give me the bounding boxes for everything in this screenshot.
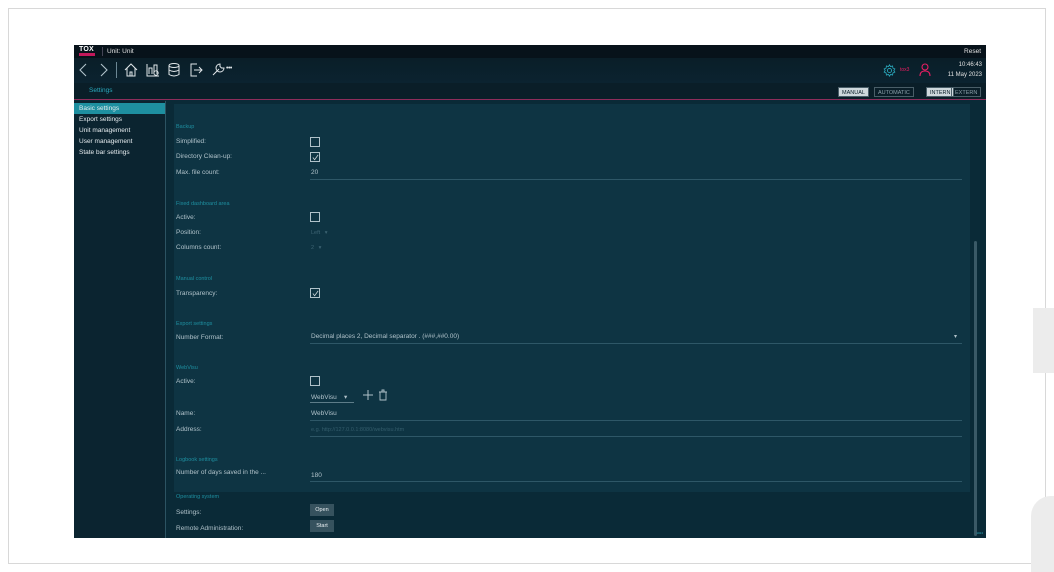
- forward-icon[interactable]: [95, 62, 111, 78]
- logo-bar: [79, 53, 95, 56]
- webvisu-active-checkbox[interactable]: [310, 376, 320, 386]
- settings-sidebar: Basic settings Export settings Unit mana…: [74, 101, 166, 538]
- watermark-mark: [1031, 496, 1054, 572]
- database-icon[interactable]: [166, 62, 182, 78]
- sidebar-item-basic-settings[interactable]: Basic settings: [74, 103, 165, 114]
- section-title-operating-system: Operating system: [176, 494, 220, 500]
- logo-text: TOX: [79, 46, 94, 53]
- dashboard-position-label: Position:: [176, 229, 201, 236]
- directory-cleanup-checkbox[interactable]: [310, 152, 320, 162]
- clock-time: 10:46:43: [958, 62, 982, 68]
- sidebar-item-user-management[interactable]: User management: [74, 136, 165, 147]
- webvisu-name-input[interactable]: WebVisu: [311, 410, 337, 417]
- watermark-mark: [1033, 308, 1054, 373]
- more-icon[interactable]: •••: [226, 65, 242, 81]
- simplified-label: Simplified:: [176, 138, 206, 145]
- transparency-label: Transparency:: [176, 290, 218, 297]
- transparency-checkbox[interactable]: [310, 288, 320, 298]
- toolbar: ••• tox3 10:46:43 11 May 2023: [74, 58, 986, 83]
- sidebar-item-export-settings[interactable]: Export settings: [74, 114, 165, 125]
- directory-cleanup-label: Directory Clean-up:: [176, 153, 232, 160]
- dashboard-active-label: Active:: [176, 214, 196, 221]
- field-underline: [310, 436, 962, 437]
- simplified-checkbox[interactable]: [310, 137, 320, 147]
- remote-admin-start-button[interactable]: Start: [310, 520, 334, 532]
- os-settings-label: Settings:: [176, 509, 202, 516]
- page-title: Settings: [89, 87, 113, 94]
- gear-icon[interactable]: [883, 64, 896, 77]
- user-icon[interactable]: [919, 63, 931, 77]
- os-settings-open-button[interactable]: Open: [310, 504, 334, 516]
- webvisu-selector-dropdown[interactable]: WebVisu ▾: [311, 393, 347, 401]
- status-indicator: 1024: [976, 531, 983, 535]
- content-panel: [174, 104, 970, 492]
- tox-settings-app: TOX Unit: Unit Reset ••• tox3 10:46:43 1…: [74, 45, 986, 538]
- section-title-webvisu: WebVisu: [176, 365, 198, 371]
- add-icon[interactable]: [362, 389, 374, 401]
- tox-logo: TOX: [79, 46, 99, 57]
- separator: [102, 47, 103, 56]
- delete-icon[interactable]: [378, 389, 388, 401]
- wrench-icon[interactable]: [210, 62, 226, 78]
- unit-label[interactable]: Unit: Unit: [107, 48, 134, 55]
- dropdown-arrow-icon[interactable]: ▾: [954, 333, 957, 340]
- sidebar-item-state-bar-settings[interactable]: State bar settings: [74, 147, 165, 158]
- sidebar-item-unit-management[interactable]: Unit management: [74, 125, 165, 136]
- field-underline: [310, 420, 962, 421]
- mode-manual-toggle[interactable]: MANUAL: [838, 87, 869, 97]
- settings-content: Backup Simplified: Directory Clean-up: M…: [168, 101, 986, 538]
- section-title-manual-control: Manual control: [176, 276, 213, 282]
- section-title-export-settings: Export settings: [176, 321, 213, 327]
- dashboard-active-checkbox[interactable]: [310, 212, 320, 222]
- check-icon: [312, 290, 319, 297]
- section-title-fixed-dashboard: Fixed dashboard area: [176, 201, 230, 207]
- dashboard-position-dropdown: Left ▾: [311, 230, 328, 236]
- number-format-dropdown[interactable]: Decimal places 2, Decimal separator . (#…: [311, 333, 459, 340]
- dashboard-columns-dropdown: 2 ▾: [311, 245, 322, 251]
- back-icon[interactable]: [76, 62, 92, 78]
- logbook-days-label: Number of days saved in the ...: [176, 469, 266, 476]
- vertical-scrollbar[interactable]: [974, 241, 977, 536]
- clock-date: 11 May 2023: [947, 72, 982, 78]
- remote-admin-label: Remote Administration:: [176, 525, 244, 532]
- field-underline: [310, 481, 962, 482]
- section-title-backup: Backup: [176, 124, 195, 130]
- check-icon: [312, 154, 319, 161]
- field-underline: [310, 343, 962, 344]
- webvisu-address-input[interactable]: e.g. http://127.0.0.1:8080/webvisu.htm: [311, 427, 404, 433]
- user-name[interactable]: tox3: [900, 67, 909, 73]
- dashboard-columns-value: 2: [311, 245, 315, 251]
- section-title-logbook: Logbook settings: [176, 457, 218, 463]
- max-file-count-input[interactable]: 20: [311, 169, 318, 176]
- logbook-days-input[interactable]: 180: [311, 472, 322, 479]
- number-format-label: Number Format:: [176, 334, 224, 341]
- home-icon[interactable]: [123, 62, 139, 78]
- max-file-count-label: Max. file count:: [176, 169, 220, 176]
- dashboard-columns-label: Columns count:: [176, 244, 222, 251]
- subheader-bar: Settings MANUAL AUTOMATIC INTERN EXTERN: [74, 83, 986, 100]
- process-icon[interactable]: [145, 62, 161, 78]
- logout-icon[interactable]: [188, 62, 204, 78]
- webvisu-active-label: Active:: [176, 378, 196, 385]
- webvisu-address-label: Address:: [176, 426, 202, 433]
- webvisu-selector-value: WebVisu: [311, 394, 337, 401]
- field-underline: [310, 179, 962, 180]
- toolbar-separator: [116, 62, 117, 78]
- field-underline: [310, 402, 354, 403]
- reset-button[interactable]: Reset: [964, 48, 981, 55]
- source-extern-toggle[interactable]: EXTERN: [951, 87, 982, 97]
- webvisu-name-label: Name:: [176, 410, 196, 417]
- mode-automatic-toggle[interactable]: AUTOMATIC: [874, 87, 914, 97]
- title-bar: TOX Unit: Unit Reset: [74, 45, 986, 58]
- dashboard-position-value: Left: [311, 230, 321, 236]
